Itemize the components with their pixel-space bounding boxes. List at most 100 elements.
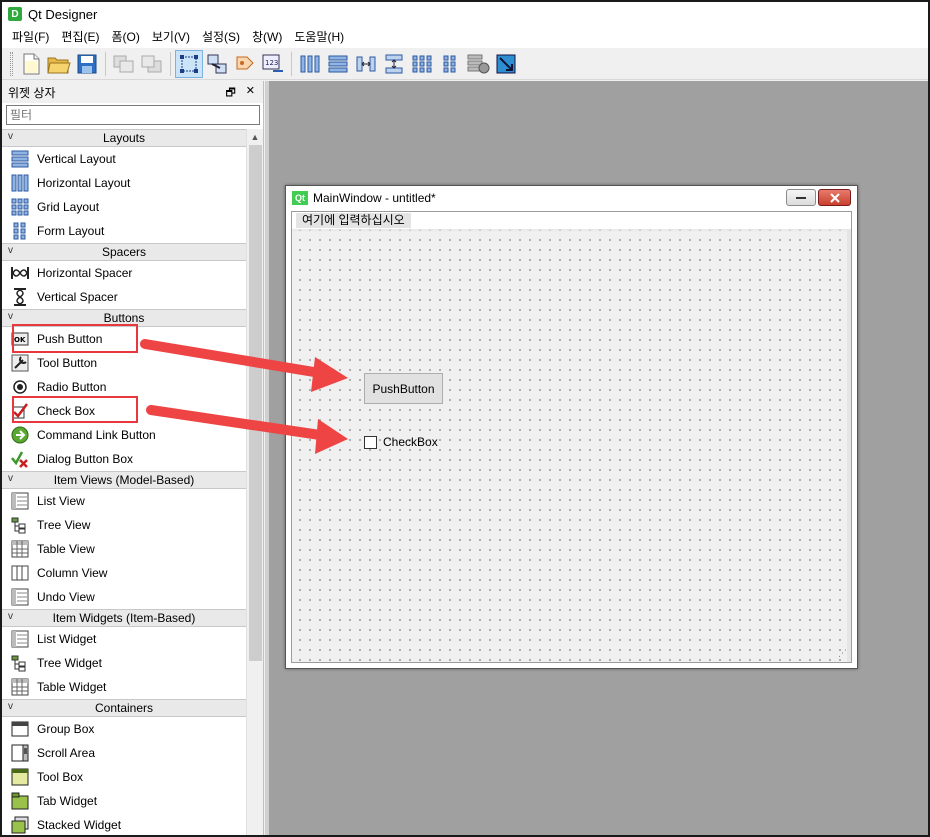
- widget-item-undo-view[interactable]: Undo View: [2, 585, 246, 609]
- menu-bar-shadow: [292, 229, 851, 232]
- scroll-up-icon[interactable]: ▲: [247, 129, 263, 145]
- layout-horizontal-splitter-icon[interactable]: [352, 50, 380, 78]
- edit-tab-order-icon[interactable]: 123: [259, 50, 287, 78]
- checkbox-indicator[interactable]: [364, 435, 377, 449]
- layout-vertical-splitter-icon[interactable]: [380, 50, 408, 78]
- widget-filter-input[interactable]: [6, 105, 260, 125]
- widget-item-horizontal-layout[interactable]: Horizontal Layout: [2, 171, 246, 195]
- category-buttons[interactable]: v Buttons: [2, 309, 246, 327]
- widget-box-panel: 위젯 상자 🗗 ✕ v Layouts Vertical Layout Hori…: [2, 81, 264, 835]
- widget-item-scroll-area[interactable]: Scroll Area: [2, 741, 246, 765]
- menu-view[interactable]: 보기(V): [146, 26, 196, 48]
- scrollbar-thumb[interactable]: [249, 145, 262, 661]
- category-spacers[interactable]: v Spacers: [2, 243, 246, 261]
- grid-layout-icon: [10, 197, 30, 217]
- close-panel-icon[interactable]: ✕: [246, 84, 255, 103]
- splitter-handle[interactable]: [265, 81, 269, 835]
- form-menu-bar[interactable]: 여기에 입력하십시오: [292, 212, 851, 232]
- form-title-bar[interactable]: Qt MainWindow - untitled*: [286, 186, 857, 210]
- widget-item-list-view[interactable]: List View: [2, 489, 246, 513]
- widget-item-vertical-spacer[interactable]: Vertical Spacer: [2, 285, 246, 309]
- widget-item-group-box[interactable]: Group Box: [2, 717, 246, 741]
- menu-form[interactable]: 폼(O): [105, 26, 145, 48]
- widget-item-form-layout[interactable]: Form Layout: [2, 219, 246, 243]
- horizontal-spacer-icon: [10, 263, 30, 283]
- save-icon[interactable]: [73, 50, 101, 78]
- widget-item-check-box[interactable]: Check Box: [2, 399, 246, 423]
- svg-text:OK: OK: [14, 336, 26, 344]
- title-bar: D Qt Designer: [2, 2, 928, 26]
- layout-horizontal-icon[interactable]: [296, 50, 324, 78]
- dialog-button-box-icon: [10, 449, 30, 469]
- resize-grip-icon[interactable]: ⋰: [838, 648, 847, 659]
- radio-button-icon: [10, 377, 30, 397]
- widget-item-table-widget[interactable]: Table Widget: [2, 675, 246, 699]
- form-main-window[interactable]: Qt MainWindow - untitled* 여기에 입력하십시오 Pus…: [285, 185, 858, 669]
- category-containers[interactable]: v Containers: [2, 699, 246, 717]
- main-toolbar: 123: [2, 48, 928, 80]
- form-scroll-edge: [847, 229, 851, 662]
- category-layouts[interactable]: v Layouts: [2, 129, 246, 147]
- list-view-icon: [10, 491, 30, 511]
- list-widget-icon: [10, 629, 30, 649]
- break-layout-icon[interactable]: [464, 50, 492, 78]
- menu-help[interactable]: 도움말(H): [288, 26, 350, 48]
- category-item-views[interactable]: v Item Views (Model-Based): [2, 471, 246, 489]
- toolbar-grip[interactable]: [10, 51, 13, 76]
- widget-item-stacked-widget[interactable]: Stacked Widget: [2, 813, 246, 835]
- adjust-size-icon[interactable]: [492, 50, 520, 78]
- layout-form-icon[interactable]: [436, 50, 464, 78]
- widget-item-push-button[interactable]: OK Push Button: [2, 327, 246, 351]
- edit-widgets-icon[interactable]: [175, 49, 203, 78]
- menu-bar: 파일(F) 편집(E) 폼(O) 보기(V) 설정(S) 창(W) 도움말(H): [2, 26, 928, 48]
- menu-window[interactable]: 창(W): [246, 26, 288, 48]
- widget-item-table-view[interactable]: Table View: [2, 537, 246, 561]
- menu-placeholder[interactable]: 여기에 입력하십시오: [296, 213, 411, 228]
- edit-buddies-icon[interactable]: [231, 50, 259, 78]
- menu-file[interactable]: 파일(F): [6, 26, 55, 48]
- widget-item-list-widget[interactable]: List Widget: [2, 627, 246, 651]
- widget-item-tree-widget[interactable]: Tree Widget: [2, 651, 246, 675]
- widget-item-tool-box[interactable]: Tool Box: [2, 765, 246, 789]
- widget-item-column-view[interactable]: Column View: [2, 561, 246, 585]
- undo-view-icon: [10, 587, 30, 607]
- layout-vertical-icon[interactable]: [324, 50, 352, 78]
- chevron-down-icon: v: [8, 311, 13, 322]
- toolbar-separator: [105, 51, 106, 76]
- layout-grid-icon[interactable]: [408, 50, 436, 78]
- widget-item-horizontal-spacer[interactable]: Horizontal Spacer: [2, 261, 246, 285]
- tool-box-icon: [10, 767, 30, 787]
- widget-item-radio-button[interactable]: Radio Button: [2, 375, 246, 399]
- category-item-widgets[interactable]: v Item Widgets (Item-Based): [2, 609, 246, 627]
- checkbox-label: CheckBox: [383, 435, 438, 449]
- form-checkbox[interactable]: CheckBox: [364, 435, 438, 449]
- widget-item-tab-widget[interactable]: Tab Widget: [2, 789, 246, 813]
- widget-list-scrollbar[interactable]: ▲: [246, 129, 263, 835]
- open-folder-icon[interactable]: [45, 50, 73, 78]
- widget-item-tool-button[interactable]: Tool Button: [2, 351, 246, 375]
- minimize-button[interactable]: [786, 189, 816, 206]
- widget-item-dialog-button-box[interactable]: Dialog Button Box: [2, 447, 246, 471]
- float-panel-icon[interactable]: 🗗: [225, 84, 235, 103]
- widget-item-command-link-button[interactable]: Command Link Button: [2, 423, 246, 447]
- group-box-icon: [10, 719, 30, 739]
- push-button-icon: OK: [10, 329, 30, 349]
- new-file-icon[interactable]: [17, 50, 45, 78]
- vertical-spacer-icon: [10, 287, 30, 307]
- form-layout-icon: [10, 221, 30, 241]
- menu-edit[interactable]: 편집(E): [55, 26, 105, 48]
- form-push-button[interactable]: PushButton: [364, 373, 443, 404]
- send-to-back-icon[interactable]: [110, 50, 138, 78]
- widget-item-grid-layout[interactable]: Grid Layout: [2, 195, 246, 219]
- qt-designer-window: D Qt Designer 파일(F) 편집(E) 폼(O) 보기(V) 설정(…: [0, 0, 930, 837]
- toolbar-separator: [170, 51, 171, 76]
- window-title: Qt Designer: [28, 6, 98, 22]
- widget-item-tree-view[interactable]: Tree View: [2, 513, 246, 537]
- menu-settings[interactable]: 설정(S): [196, 26, 246, 48]
- form-canvas[interactable]: 여기에 입력하십시오 PushButton CheckBox ⋰: [291, 211, 852, 663]
- bring-to-front-icon[interactable]: [138, 50, 166, 78]
- widget-item-vertical-layout[interactable]: Vertical Layout: [2, 147, 246, 171]
- close-button[interactable]: [818, 189, 851, 206]
- chevron-down-icon: v: [8, 701, 13, 712]
- edit-signals-slots-icon[interactable]: [203, 50, 231, 78]
